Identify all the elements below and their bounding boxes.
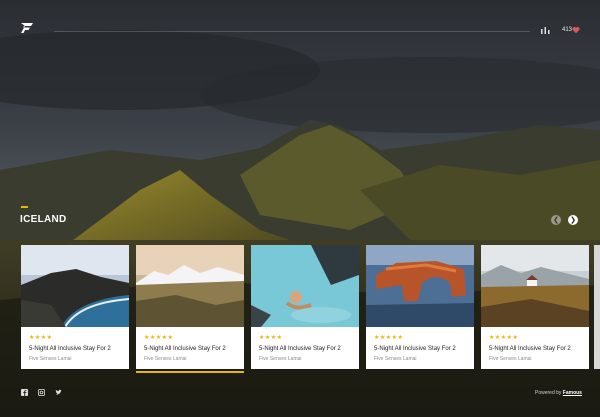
card-photo-blue-lagoon	[251, 245, 359, 327]
card-subtitle: Five Senses Lamai	[489, 356, 532, 362]
card-photo-hillside-house	[481, 245, 589, 327]
section-title: ICELAND	[20, 214, 67, 225]
card-title: 5-Night All Inclusive Stay For 2	[144, 346, 226, 352]
section-accent-bar	[21, 206, 28, 208]
card-subtitle: Five Senses Lamai	[144, 356, 187, 362]
header-divider	[54, 31, 530, 32]
powered-by-label: Powered by	[535, 390, 562, 396]
card-title: 5-Night All Inclusive Stay For 2	[489, 346, 571, 352]
likes-count: 413	[562, 27, 573, 33]
card-subtitle: Five Senses Lamai	[259, 356, 302, 362]
deal-card[interactable]: ★★★★★ 5-Night All Inclusive Stay For 2 F…	[481, 245, 589, 369]
rating-stars: ★★★★	[259, 335, 283, 341]
rating-stars: ★★★★	[29, 335, 53, 341]
rating-stars: ★★★★★	[489, 335, 519, 341]
facebook-icon[interactable]	[21, 389, 28, 396]
twitter-icon[interactable]	[55, 389, 62, 396]
brand-logo-icon[interactable]	[20, 22, 34, 34]
card-photo-snowy-peaks	[136, 245, 244, 327]
bar-chart-icon[interactable]	[541, 26, 550, 34]
chevron-left-icon: ❮	[553, 216, 559, 224]
next-button[interactable]: ❯	[568, 215, 578, 225]
card-photo-rock-arch	[366, 245, 474, 327]
active-card-indicator	[136, 371, 244, 373]
deal-card[interactable]: ★★★★ 5-Night All Inclusive Stay For 2 Fi…	[21, 245, 129, 369]
deal-card[interactable]: ★★★★★ 5-Night All Inclusive Stay For 2 F…	[366, 245, 474, 369]
deal-card[interactable]: ★★★★ 5-Night All Inclusive Stay For 2 Fi…	[251, 245, 359, 369]
instagram-icon[interactable]	[38, 389, 45, 396]
card-photo-black-beach	[21, 245, 129, 327]
deal-card-active[interactable]: ★★★★★ 5-Night All Inclusive Stay For 2 F…	[136, 245, 244, 373]
prev-button[interactable]: ❮	[551, 215, 561, 225]
chevron-right-icon: ❯	[570, 216, 576, 224]
next-card-peek[interactable]	[594, 245, 600, 369]
heart-icon[interactable]	[572, 26, 580, 34]
card-title: 5-Night All Inclusive Stay For 2	[374, 346, 456, 352]
powered-by: Powered by Famous	[535, 390, 582, 396]
card-subtitle: Five Senses Lamai	[29, 356, 72, 362]
rating-stars: ★★★★★	[144, 335, 174, 341]
powered-by-brand-link[interactable]: Famous	[563, 390, 582, 396]
rating-stars: ★★★★★	[374, 335, 404, 341]
card-title: 5-Night All Inclusive Stay For 2	[29, 346, 111, 352]
card-subtitle: Five Senses Lamai	[374, 356, 417, 362]
card-title: 5-Night All Inclusive Stay For 2	[259, 346, 341, 352]
